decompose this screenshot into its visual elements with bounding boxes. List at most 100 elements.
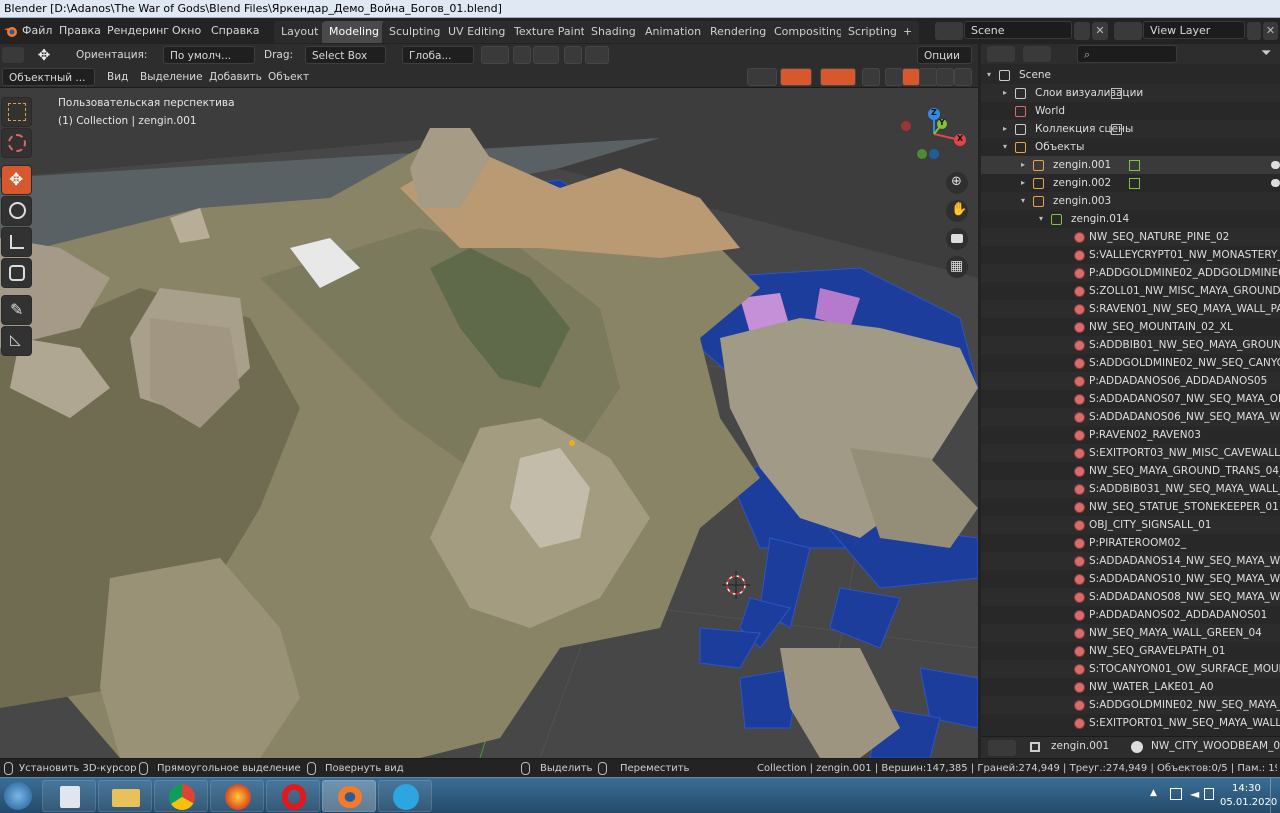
move-tool[interactable]: ✥ xyxy=(1,165,32,195)
taskbar-calculator[interactable] xyxy=(42,780,96,812)
expand-right-icon[interactable]: ▸ xyxy=(1003,120,1007,138)
outliner-item-6[interactable]: ▸ zengin.001 xyxy=(981,156,1280,174)
material-slot-row[interactable]: P:ADDGOLDMINE02_ADDGOLDMINE0 xyxy=(981,264,1280,282)
start-button[interactable] xyxy=(0,779,36,813)
measure-tool[interactable]: ◺ xyxy=(1,326,32,356)
outliner-item-7[interactable]: ▸ zengin.002 xyxy=(981,174,1280,192)
proportional-falloff-icon[interactable] xyxy=(585,46,609,64)
snap-toggle-icon[interactable] xyxy=(513,46,531,64)
properties-data-name[interactable]: NW_CITY_WOODBEAM_02 xyxy=(1151,740,1280,752)
material-slot-row[interactable]: NW_WATER_LAKE01_A0 xyxy=(981,678,1280,696)
editor-type-icon[interactable] xyxy=(987,46,1015,62)
outliner-item-5[interactable]: ▾ Объекты xyxy=(981,138,1280,156)
tab-texture-paint[interactable]: Texture Paint xyxy=(507,21,592,43)
snap-target-icon[interactable] xyxy=(533,46,559,64)
tab-rendering[interactable]: Rendering xyxy=(703,21,774,43)
orientation-dropdown[interactable]: По умолч... xyxy=(163,46,255,64)
tab-layout[interactable]: Layout xyxy=(274,21,326,43)
material-slot-row[interactable]: P:PIRATEROOM02_ xyxy=(981,534,1280,552)
ortho-toggle-button[interactable]: ▦ xyxy=(946,256,968,278)
outliner-item-9[interactable]: ▾ zengin.014 xyxy=(981,210,1280,228)
properties-editor-icon[interactable] xyxy=(988,740,1016,756)
outliner-item-3[interactable]: World xyxy=(981,102,1280,120)
xray-toggle-icon[interactable] xyxy=(862,68,880,86)
outliner-item-8[interactable]: ▾ zengin.003 xyxy=(981,192,1280,210)
transform-tool[interactable] xyxy=(1,258,32,288)
menu-render[interactable]: Рендеринг xyxy=(107,18,169,44)
menu-window[interactable]: Окно xyxy=(172,18,201,44)
zoom-button[interactable]: ⊕ xyxy=(946,172,968,194)
material-slot-row[interactable]: NW_SEQ_MAYA_WALL_GREEN_04 xyxy=(981,624,1280,642)
material-slot-row[interactable]: NW_SEQ_GRAVELPATH_01 xyxy=(981,642,1280,660)
language-icon[interactable] xyxy=(1204,788,1214,800)
display-mode-icon[interactable] xyxy=(1023,46,1051,62)
taskbar-chrome[interactable] xyxy=(154,780,208,812)
material-slot-row[interactable]: P:ADDADANOS02_ADDADANOS01 xyxy=(981,606,1280,624)
view-layer-field[interactable]: View Layer xyxy=(1143,21,1245,39)
expand-down-icon[interactable]: ▾ xyxy=(1039,210,1043,228)
solid-shading-icon[interactable] xyxy=(902,68,920,86)
pan-button[interactable]: ✋ xyxy=(946,200,968,222)
proportional-edit-icon[interactable] xyxy=(564,46,582,64)
tab-uv-editing[interactable]: UV Editing xyxy=(441,21,513,43)
material-slot-row[interactable]: S:EXITPORT03_NW_MISC_CAVEWALL_ xyxy=(981,444,1280,462)
taskbar-explorer[interactable] xyxy=(98,780,152,812)
visibility-eye-icon[interactable] xyxy=(1271,179,1280,187)
rotate-tool[interactable] xyxy=(1,196,32,226)
scene-field[interactable]: Scene xyxy=(964,21,1072,39)
menu-edit[interactable]: Правка xyxy=(59,18,101,44)
menu-add[interactable]: Добавить xyxy=(209,66,262,88)
tab-shading[interactable]: Shading xyxy=(584,21,643,43)
shading-options-icon[interactable] xyxy=(954,68,972,86)
delete-scene-icon[interactable]: ✕ xyxy=(1092,22,1108,40)
outliner-search-input[interactable]: ⌕ xyxy=(1077,45,1177,63)
rendered-shading-icon[interactable] xyxy=(936,68,954,86)
mesh-data-green-icon[interactable] xyxy=(1129,178,1140,189)
taskbar-telegram[interactable] xyxy=(378,780,432,812)
mode-dropdown[interactable]: Объектный ... xyxy=(2,68,95,86)
menu-object[interactable]: Объект xyxy=(268,66,309,88)
cursor-tool[interactable] xyxy=(1,128,32,158)
exclude-toggle-icon[interactable] xyxy=(1111,124,1122,135)
expand-right-icon[interactable]: ▸ xyxy=(1021,174,1025,192)
tab-compositing[interactable]: Compositing xyxy=(767,21,850,43)
material-slot-row[interactable]: S:ADDGOLDMINE02_NW_SEQ_CANYOI xyxy=(981,354,1280,372)
material-slot-row[interactable]: S:ADDADANOS08_NW_SEQ_MAYA_WA xyxy=(981,588,1280,606)
annotate-tool[interactable]: ✎ xyxy=(1,295,32,325)
transform-orientation-dropdown[interactable]: Глоба... xyxy=(402,46,474,64)
material-slot-row[interactable]: S:ADDADANOS06_NW_SEQ_MAYA_WA xyxy=(981,408,1280,426)
view-layer-icon[interactable] xyxy=(1114,22,1142,40)
expand-right-icon[interactable]: ▸ xyxy=(1003,84,1007,102)
clock-date[interactable]: 05.01.2020 xyxy=(1220,797,1277,808)
material-slot-row[interactable]: S:ADDADANOS10_NW_SEQ_MAYA_WA xyxy=(981,570,1280,588)
tab-modeling[interactable]: Modeling xyxy=(322,21,387,43)
clock-time[interactable]: 14:30 xyxy=(1232,783,1261,794)
material-slot-row[interactable]: S:ADDBIB031_NW_SEQ_MAYA_WALL_ xyxy=(981,480,1280,498)
visibility-eye-icon[interactable] xyxy=(1271,161,1280,169)
material-slot-row[interactable]: S:ADDBIB01_NW_SEQ_MAYA_GROUNI xyxy=(981,336,1280,354)
outliner-item-4[interactable]: ▸ Коллекция сцены xyxy=(981,120,1280,138)
material-slot-row[interactable]: S:TOCANYON01_OW_SURFACE_MOUN xyxy=(981,660,1280,678)
filter-icon[interactable]: ⏷ xyxy=(1261,46,1271,61)
wireframe-shading-icon[interactable] xyxy=(885,68,903,86)
material-slot-row[interactable]: S:ADDGOLDMINE02_NW_SEQ_MAYA_I xyxy=(981,696,1280,714)
new-scene-icon[interactable] xyxy=(1074,22,1090,40)
visibility-icon[interactable] xyxy=(747,68,777,86)
material-slot-row[interactable]: S:VALLEYCRYPT01_NW_MONASTERY_V xyxy=(981,246,1280,264)
tab-scripting[interactable]: Scripting xyxy=(841,21,904,43)
tool-options-icon[interactable] xyxy=(2,47,24,63)
drag-dropdown[interactable]: Select Box xyxy=(305,46,386,64)
gizmo-toggle-icon[interactable] xyxy=(780,68,812,86)
expand-down-icon[interactable]: ▾ xyxy=(987,66,991,84)
material-slot-row[interactable]: S:RAVEN01_NW_SEQ_MAYA_WALL_PA xyxy=(981,300,1280,318)
material-slot-row[interactable]: S:ZOLL01_NW_MISC_MAYA_GROUND_ xyxy=(981,282,1280,300)
mesh-data-green-icon[interactable] xyxy=(1129,160,1140,171)
expand-right-icon[interactable]: ▸ xyxy=(1021,156,1025,174)
material-slot-row[interactable]: P:ADDADANOS06_ADDADANOS05 xyxy=(981,372,1280,390)
material-slot-row[interactable]: OBJ_CITY_SIGNSALL_01 xyxy=(981,516,1280,534)
material-slot-row[interactable]: P:RAVEN02_RAVEN03 xyxy=(981,426,1280,444)
overlay-toggle-icon[interactable] xyxy=(820,68,856,86)
camera-view-button[interactable] xyxy=(946,228,968,250)
pivot-point-icon[interactable] xyxy=(481,46,509,64)
material-slot-row[interactable]: NW_SEQ_MOUNTAIN_02_XL xyxy=(981,318,1280,336)
